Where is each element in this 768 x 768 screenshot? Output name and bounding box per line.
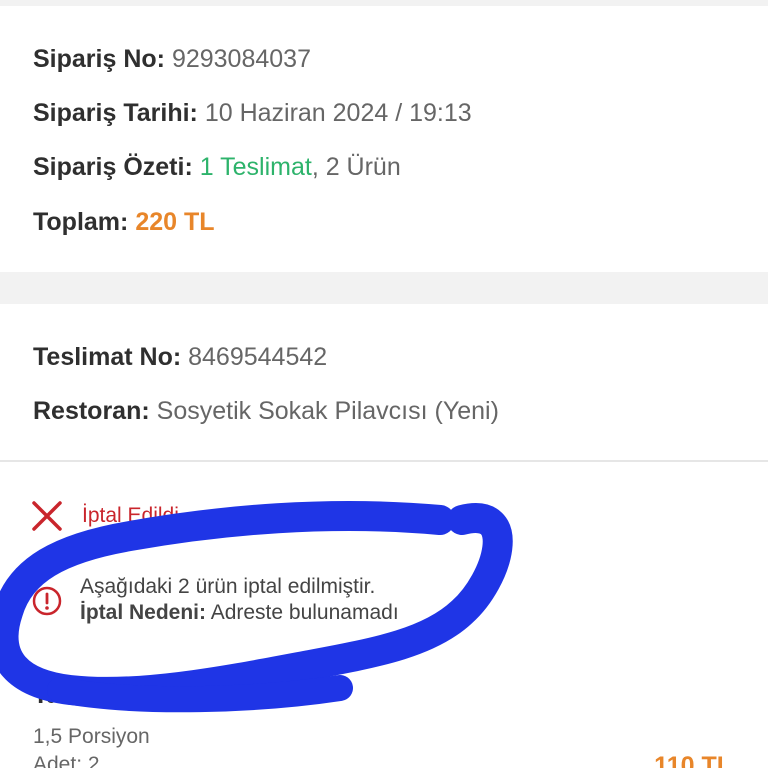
cancel-reason-value: Adreste bulunamadı	[210, 601, 399, 624]
order-date-value: 10 Haziran 2024 / 19:13	[204, 99, 472, 127]
product-item: Tavuklu Pilav 1,5 Porsiyon Adet: 2	[33, 680, 733, 768]
order-date-label: Sipariş Tarihi:	[33, 99, 198, 127]
restaurant-name: Sosyetik Sokak Pilavcısı (Yeni)	[156, 397, 499, 425]
product-portion: 1,5 Porsiyon	[33, 725, 150, 748]
order-total-value: 220 TL	[135, 208, 215, 236]
order-summary-row: Sipariş Özeti: 1 Teslimat, 2 Ürün	[33, 152, 401, 182]
cancel-reason-row: İptal Nedeni: Adreste bulunamadı	[80, 600, 680, 626]
cancel-notice-text: Aşağıdaki 2 ürün iptal edilmiştir.	[80, 575, 376, 598]
order-summary-label: Sipariş Özeti:	[33, 153, 193, 181]
delivery-card: Teslimat No: 8469544542 Restoran: Sosyet…	[0, 304, 768, 768]
info-icon	[32, 586, 62, 621]
restaurant-row: Restoran: Sosyetik Sokak Pilavcısı (Yeni…	[33, 396, 499, 426]
cancel-reason-label: İptal Nedeni:	[80, 601, 207, 624]
restaurant-label: Restoran:	[33, 397, 150, 425]
order-summary-card: Sipariş No: 9293084037 Sipariş Tarihi: 1…	[0, 6, 768, 272]
order-number-value: 9293084037	[171, 45, 311, 73]
order-deliveries-link[interactable]: 1 Teslimat	[200, 153, 312, 181]
delivery-number-label: Teslimat No:	[33, 343, 182, 371]
order-total-row: Toplam: 220 TL	[33, 207, 215, 237]
divider	[0, 460, 768, 462]
product-price: 110 TL	[654, 752, 732, 768]
order-number-label: Sipariş No:	[33, 45, 165, 73]
order-date-row: Sipariş Tarihi: 10 Haziran 2024 / 19:13	[33, 98, 472, 128]
product-name: Tavuklu Pilav	[33, 681, 191, 709]
order-total-label: Toplam:	[33, 208, 129, 236]
status-label: İptal Edildi	[82, 504, 179, 527]
delivery-number-value: 8469544542	[188, 343, 328, 371]
order-number-row: Sipariş No: 9293084037	[33, 44, 311, 74]
close-icon	[30, 499, 64, 533]
order-items-count: , 2 Ürün	[311, 153, 401, 181]
delivery-number-row: Teslimat No: 8469544542	[33, 342, 327, 372]
product-quantity: Adet: 2	[33, 753, 100, 768]
cancel-status: İptal Edildi	[30, 498, 179, 534]
order-detail-screen: Sipariş No: 9293084037 Sipariş Tarihi: 1…	[0, 0, 768, 768]
